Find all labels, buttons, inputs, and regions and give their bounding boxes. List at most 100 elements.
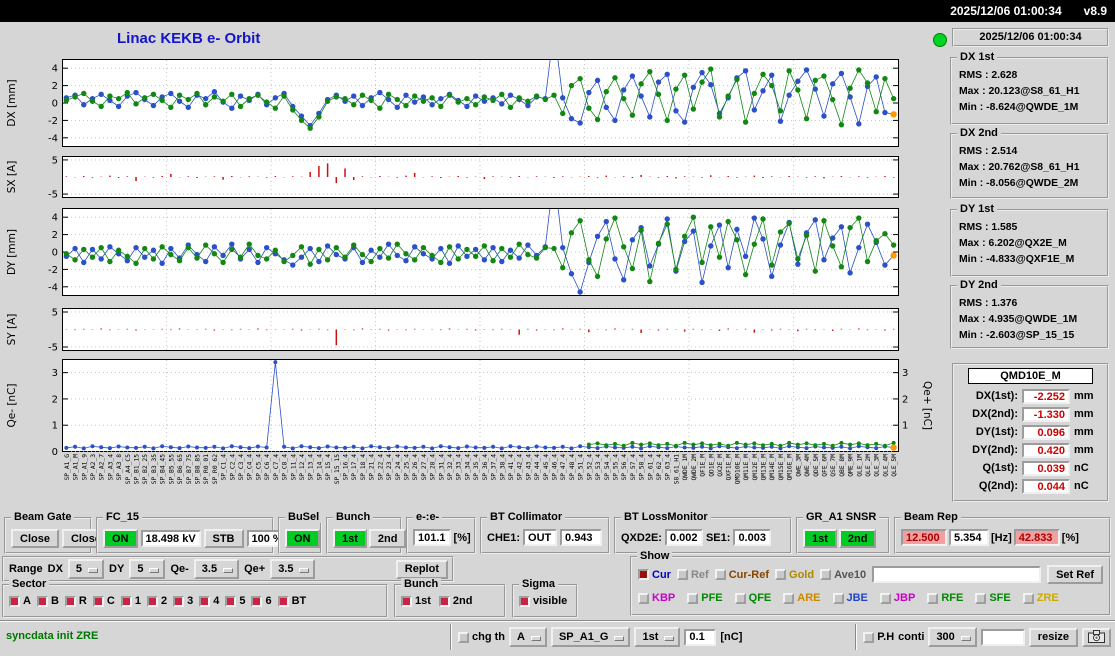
bunch-select[interactable]: 1st bbox=[634, 627, 681, 647]
svg-text:SY [A]: SY [A] bbox=[6, 314, 18, 346]
svg-text:SP_46_4: SP_46_4 bbox=[552, 454, 559, 481]
ee-ratio-unit: [%] bbox=[453, 531, 471, 544]
stat-max: Max : 4.935@QWDE_1M bbox=[959, 314, 1078, 325]
svg-text:QFE_6M: QFE_6M bbox=[821, 454, 828, 477]
show-jbp-checkbox[interactable]: JBP bbox=[879, 592, 915, 604]
group-title: BuSel bbox=[285, 511, 323, 523]
bpm-select[interactable]: SP_A1_G bbox=[550, 627, 631, 647]
range-dx-select[interactable]: 5 bbox=[67, 559, 105, 579]
stat-max: Max : 20.123@S8_61_H1 bbox=[959, 86, 1080, 97]
sector-5-checkbox[interactable]: 5 bbox=[225, 595, 245, 607]
show-are-checkbox[interactable]: ARE bbox=[783, 592, 821, 604]
show-cur-checkbox[interactable]: Cur bbox=[638, 569, 671, 581]
sigma-visible-checkbox[interactable]: visible bbox=[519, 595, 567, 607]
svg-text:SP_A2_3: SP_A2_3 bbox=[90, 454, 97, 481]
qmd-row-unit: mm bbox=[1074, 444, 1094, 456]
svg-text:QWDE_1M: QWDE_1M bbox=[682, 454, 689, 481]
sector-4-checkbox[interactable]: 4 bbox=[199, 595, 219, 607]
screenshot-button[interactable] bbox=[1082, 627, 1111, 647]
bunch-2nd-checkbox[interactable]: 2nd bbox=[438, 595, 472, 607]
bunch-2nd-button[interactable]: 2nd bbox=[368, 529, 407, 548]
range-dy-select[interactable]: 5 bbox=[129, 559, 166, 579]
sector-select[interactable]: A bbox=[509, 627, 547, 647]
separator bbox=[450, 624, 452, 650]
ph-checkbox[interactable]: P.H bbox=[863, 631, 894, 643]
group-title: GR_A1 SNSR bbox=[803, 511, 880, 523]
bunch-1st-checkbox[interactable]: 1st bbox=[401, 595, 431, 607]
threshold-input[interactable] bbox=[684, 628, 717, 646]
qmd-row-unit: mm bbox=[1074, 408, 1094, 420]
rep-pct-unit: [%] bbox=[1061, 531, 1079, 544]
checkbox-indicator bbox=[676, 569, 688, 580]
show-gold-checkbox[interactable]: Gold bbox=[775, 569, 814, 581]
sector-r-checkbox[interactable]: R bbox=[64, 595, 87, 607]
stat-min: Min : -2.603@SP_15_15 bbox=[959, 330, 1075, 341]
show-jbe-checkbox[interactable]: JBE bbox=[832, 592, 868, 604]
range-qem-select[interactable]: 3.5 bbox=[193, 559, 240, 579]
sector-c-checkbox[interactable]: C bbox=[92, 595, 115, 607]
svg-text:SP_C1_4: SP_C1_4 bbox=[221, 454, 228, 481]
interval-select[interactable]: 300 bbox=[928, 627, 977, 647]
svg-text:SP_C2_4: SP_C2_4 bbox=[229, 454, 236, 481]
show-pfe-checkbox[interactable]: PFE bbox=[687, 592, 723, 604]
show-ave10-checkbox[interactable]: Ave10 bbox=[820, 569, 866, 581]
sector-1-checkbox[interactable]: 1 bbox=[120, 595, 141, 607]
checkbox-indicator bbox=[438, 595, 450, 607]
bunch-show-group: Bunch 1st 2nd bbox=[394, 578, 506, 618]
snsr-2nd-button[interactable]: 2nd bbox=[838, 529, 877, 548]
svg-text:QLE_1M: QLE_1M bbox=[856, 454, 863, 477]
svg-text:4: 4 bbox=[52, 213, 58, 224]
svg-text:SP_C3_4: SP_C3_4 bbox=[238, 454, 245, 481]
checkbox-indicator bbox=[251, 595, 263, 607]
fc15-stb-button[interactable]: STB bbox=[203, 529, 244, 548]
fc15-on-button[interactable]: ON bbox=[103, 529, 138, 548]
capture-count-input[interactable] bbox=[980, 628, 1025, 646]
qxd2e-display: 0.002 bbox=[664, 529, 703, 546]
group-title: FC_15 bbox=[103, 511, 143, 523]
range-qep-select[interactable]: 3.5 bbox=[270, 559, 316, 579]
svg-text:S8_61_H1: S8_61_H1 bbox=[673, 454, 680, 485]
sector-6-checkbox[interactable]: 6 bbox=[251, 595, 272, 607]
range-qem-label: Qe- bbox=[170, 563, 189, 575]
show-zre-checkbox[interactable]: ZRE bbox=[1022, 592, 1059, 604]
set-ref-button[interactable]: Set Ref bbox=[1047, 565, 1103, 584]
bt-collimator-group: BT Collimator CHE1: OUT 0.943 bbox=[480, 511, 610, 554]
sector-2-checkbox[interactable]: 2 bbox=[146, 595, 167, 607]
bunch-1st-button[interactable]: 1st bbox=[333, 529, 367, 548]
stat-max: Max : 20.762@S8_61_H1 bbox=[959, 162, 1080, 173]
chg-th-checkbox[interactable]: chg th bbox=[458, 631, 505, 643]
replot-button[interactable]: Replot bbox=[395, 559, 448, 579]
show-kbp-checkbox[interactable]: KBP bbox=[638, 592, 675, 604]
svg-text:4: 4 bbox=[52, 64, 58, 75]
ref-file-input[interactable] bbox=[872, 566, 1042, 583]
sector-b-checkbox[interactable]: B bbox=[36, 595, 59, 607]
svg-text:DY [mm]: DY [mm] bbox=[6, 229, 18, 275]
svg-text:SP_25_4: SP_25_4 bbox=[403, 454, 410, 481]
busel-on-button[interactable]: ON bbox=[285, 529, 320, 548]
sector-a-checkbox[interactable]: A bbox=[9, 595, 31, 607]
show-rfe-checkbox[interactable]: RFE bbox=[927, 592, 963, 604]
show-ref-checkbox[interactable]: Ref bbox=[676, 569, 709, 581]
svg-text:SP_C6_4: SP_C6_4 bbox=[264, 454, 271, 481]
svg-text:2: 2 bbox=[52, 230, 58, 241]
svg-text:SP_44_4: SP_44_4 bbox=[534, 454, 541, 481]
qmd-row-value: 0.044 bbox=[1022, 478, 1070, 494]
beam-gate-close1-button[interactable]: Close bbox=[11, 529, 59, 548]
snsr-1st-button[interactable]: 1st bbox=[803, 529, 837, 548]
svg-text:DX [mm]: DX [mm] bbox=[6, 79, 18, 126]
svg-text:SP_41_4: SP_41_4 bbox=[508, 454, 515, 481]
rep-rate-display: 12.500 bbox=[901, 529, 947, 546]
show-sfe-checkbox[interactable]: SFE bbox=[975, 592, 1011, 604]
plot-sy: 5 -5 SY [A] bbox=[6, 308, 899, 354]
range-group: Range DX 5 DY 5 Qe- 3.5 Qe+ 3.5 Replot bbox=[2, 556, 454, 582]
show-cur-ref-checkbox[interactable]: Cur-Ref bbox=[714, 569, 769, 581]
svg-text:SP_53_4: SP_53_4 bbox=[595, 454, 602, 481]
checkbox-indicator bbox=[832, 592, 844, 604]
sector-3-checkbox[interactable]: 3 bbox=[173, 595, 193, 607]
beam-status-indicator bbox=[933, 33, 947, 47]
svg-text:5: 5 bbox=[52, 155, 58, 166]
sector-bt-checkbox[interactable]: BT bbox=[277, 595, 306, 607]
qxd2e-label: QXD2E: bbox=[621, 531, 662, 544]
show-qfe-checkbox[interactable]: QFE bbox=[734, 592, 771, 604]
resize-button[interactable]: resize bbox=[1028, 627, 1078, 647]
